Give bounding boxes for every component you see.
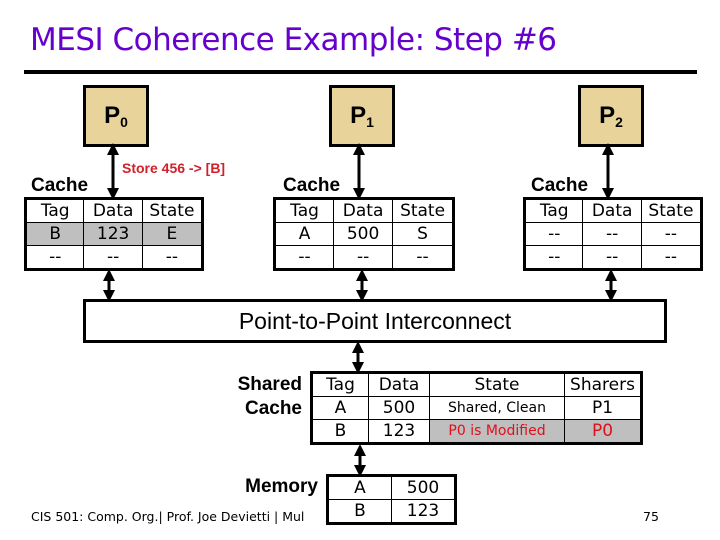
connection-arrows <box>103 143 617 477</box>
